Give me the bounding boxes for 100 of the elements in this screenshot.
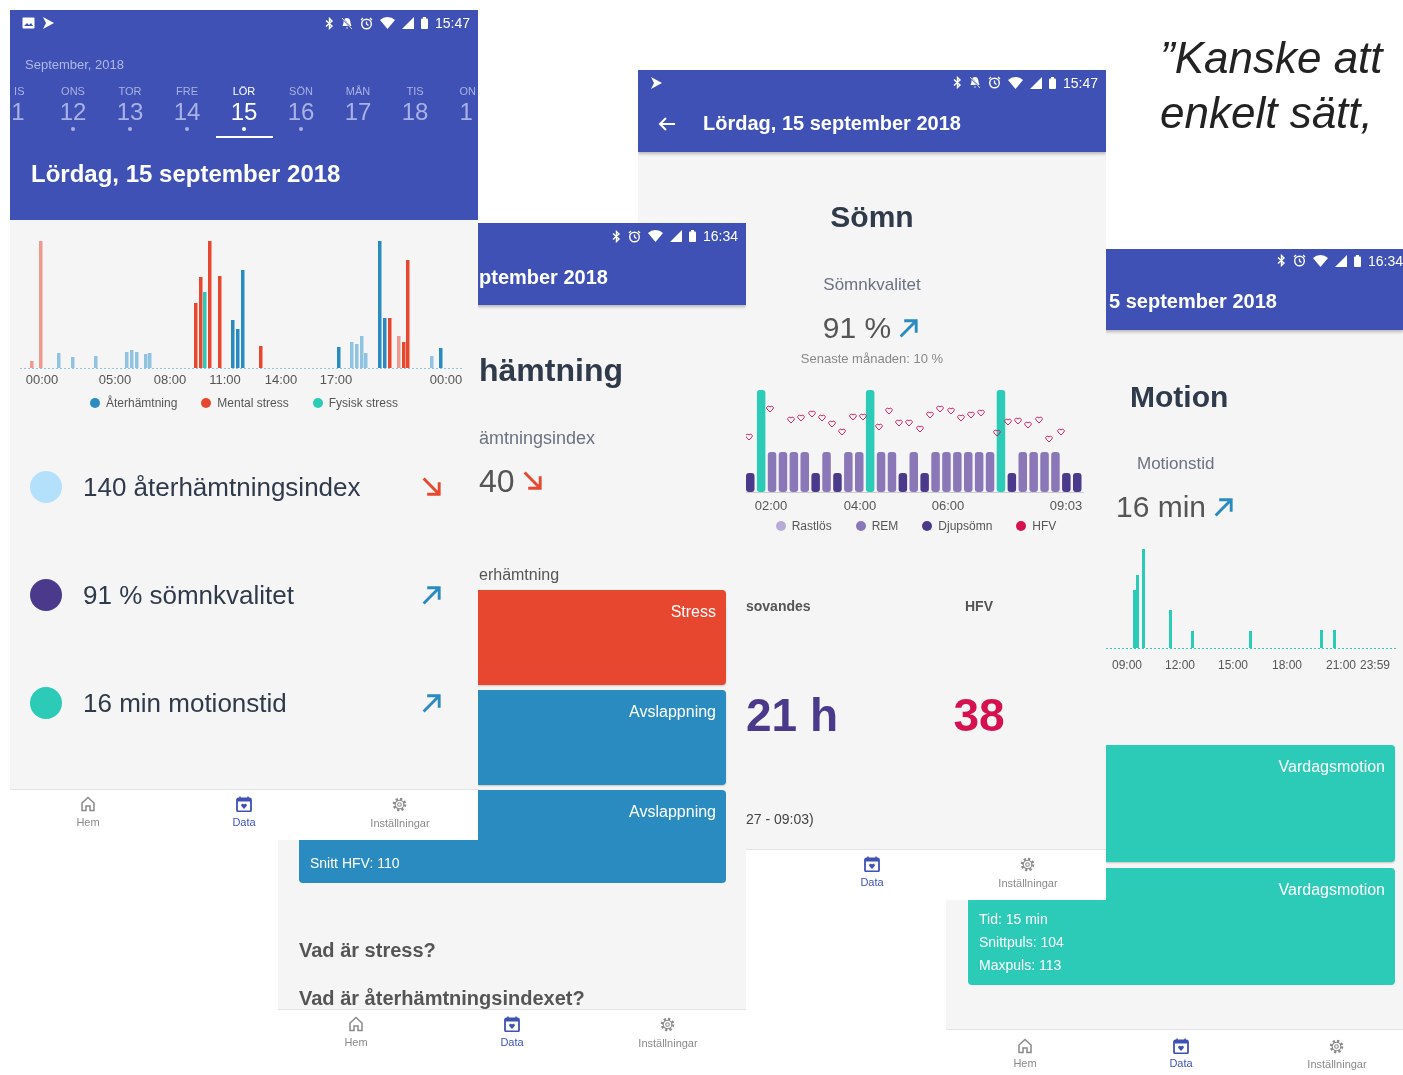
card-detail: Snitt HFV: 110 xyxy=(310,854,401,873)
screen-title: 5 september 2018 xyxy=(1109,289,1277,313)
calendar-icon xyxy=(504,1016,520,1032)
axis-label: 18:00 xyxy=(1272,657,1302,673)
bluetooth-icon xyxy=(1276,254,1286,267)
activity-card[interactable]: Stress xyxy=(478,590,726,685)
day-tab[interactable]: TIS 18 xyxy=(386,84,444,138)
nav-tab[interactable]: Inställningar xyxy=(998,850,1058,900)
legend-label: Fysisk stress xyxy=(328,395,399,411)
exercise-card[interactable]: Vardagsmotion xyxy=(1106,868,1395,900)
heart-rate-marker xyxy=(1035,416,1043,424)
chart-bar xyxy=(439,348,443,368)
home-icon xyxy=(348,1016,364,1032)
axis-label: 00:00 xyxy=(429,372,463,388)
nav-tab[interactable]: Inställningar xyxy=(638,1010,698,1060)
heart-rate-marker xyxy=(916,425,924,433)
metric-label[interactable]: 91 % sömnkvalitet xyxy=(83,579,420,611)
heart-rate-marker xyxy=(926,411,934,419)
exercise-card[interactable]: Vardagsmotion xyxy=(1106,745,1395,862)
sleep-stage-bar xyxy=(942,452,951,492)
nav-tab[interactable]: Hem xyxy=(76,790,100,840)
screen-title: ptember 2018 xyxy=(479,265,608,289)
nav-tab[interactable]: Hem xyxy=(344,1010,368,1060)
settings-icon xyxy=(1019,856,1037,873)
calendar-icon xyxy=(236,796,252,812)
card-title: Avslappning xyxy=(629,802,716,822)
metric-label: ämtningsindex xyxy=(479,427,597,450)
faq-link[interactable]: Vad är återhämtningsindexet? xyxy=(299,985,746,1011)
sleep-stage-bar xyxy=(1040,452,1049,492)
sleep-stage-bar xyxy=(789,452,799,492)
day-tab[interactable]: TOR 13 xyxy=(101,84,159,138)
chart-bar xyxy=(1333,630,1336,648)
back-arrow-icon[interactable] xyxy=(658,115,676,132)
nav-tab[interactable]: Data xyxy=(860,850,884,900)
battery-icon xyxy=(688,230,696,242)
legend-label: Återhämtning xyxy=(105,395,178,411)
axis-label: 15:00 xyxy=(1218,657,1248,673)
heart-rate-marker xyxy=(993,429,1001,437)
sleep-stage-bar xyxy=(822,452,831,492)
day-tab[interactable]: LÖR 15 xyxy=(215,84,273,138)
heart-rate-marker xyxy=(797,414,805,422)
metric-value: 16 min xyxy=(1116,489,1207,525)
day-tab[interactable]: SÖN 16 xyxy=(272,84,330,138)
activity-card[interactable]: Avslappning xyxy=(478,690,726,785)
nav-tab[interactable]: Data xyxy=(500,1010,524,1060)
status-time: 16:34 xyxy=(1367,252,1403,269)
chart-bar xyxy=(1191,631,1194,648)
chart-bar xyxy=(1169,610,1172,648)
heart-rate-marker xyxy=(885,407,893,415)
stat-value: 21 h xyxy=(746,688,840,742)
heart-rate-marker xyxy=(967,411,975,419)
status-time: 16:34 xyxy=(702,228,738,244)
heart-rate-marker xyxy=(1014,417,1022,425)
bell-off-icon xyxy=(968,76,981,89)
day-tab[interactable]: FRE 14 xyxy=(158,84,216,138)
section-label: erhämtning xyxy=(479,565,561,585)
day-tab[interactable]: MÅN 17 xyxy=(329,84,387,138)
alarm-clock-icon xyxy=(627,229,641,243)
time-range: 27 - 09:03) xyxy=(746,810,815,828)
metric-label[interactable]: 140 återhämtningsindex xyxy=(83,471,420,503)
sleep-stage-bar xyxy=(833,473,842,492)
sleep-stage-bar xyxy=(778,452,788,492)
nav-tab[interactable]: Inställningar xyxy=(1307,1030,1367,1075)
sleep-stage-bar xyxy=(811,473,820,492)
battery-icon xyxy=(420,17,428,29)
axis-label: 23:59 xyxy=(1360,657,1390,673)
chart-bar xyxy=(430,356,434,368)
axis-label: 08:00 xyxy=(153,372,187,388)
activity-card[interactable]: Avslappning xyxy=(478,790,726,840)
axis-label: 09:03 xyxy=(1049,498,1083,514)
heart-rate-marker xyxy=(766,405,774,413)
settings-icon xyxy=(1328,1038,1346,1055)
bluetooth-icon xyxy=(324,16,334,30)
card-title: Avslappning xyxy=(629,702,716,722)
sleep-stage-bar xyxy=(1062,473,1071,492)
nav-tab[interactable]: Data xyxy=(1169,1030,1193,1075)
day-tab[interactable]: ON 1 xyxy=(443,84,478,138)
heart-rate-marker xyxy=(895,419,903,427)
nav-tab[interactable]: Data xyxy=(232,790,256,840)
axis-label: 05:00 xyxy=(98,372,132,388)
faq-link[interactable]: Vad är stress? xyxy=(299,937,746,963)
chart-bar xyxy=(94,356,98,368)
sleep-stage-bar xyxy=(931,452,940,492)
heart-rate-marker xyxy=(849,413,857,421)
nav-tab[interactable]: Hem xyxy=(1013,1030,1037,1075)
quote-text: ”Kanske att xyxy=(1160,32,1383,84)
metric-value: 40 xyxy=(479,462,515,501)
day-tab[interactable]: ONS 12 xyxy=(44,84,102,138)
heart-rate-marker xyxy=(936,405,944,413)
signal-icon xyxy=(401,17,414,29)
wifi-icon xyxy=(647,230,663,242)
sleep-stage-bar xyxy=(1029,452,1038,492)
metric-value: 91 % xyxy=(822,310,892,346)
heart-rate-marker xyxy=(977,409,985,417)
day-tab[interactable]: IS 1 xyxy=(10,84,45,138)
nav-tab[interactable]: Inställningar xyxy=(370,790,430,840)
section-heading: Sömn xyxy=(829,199,915,235)
wifi-icon xyxy=(379,17,395,29)
sleep-stage-bar xyxy=(844,452,853,492)
metric-label[interactable]: 16 min motionstid xyxy=(83,687,420,719)
